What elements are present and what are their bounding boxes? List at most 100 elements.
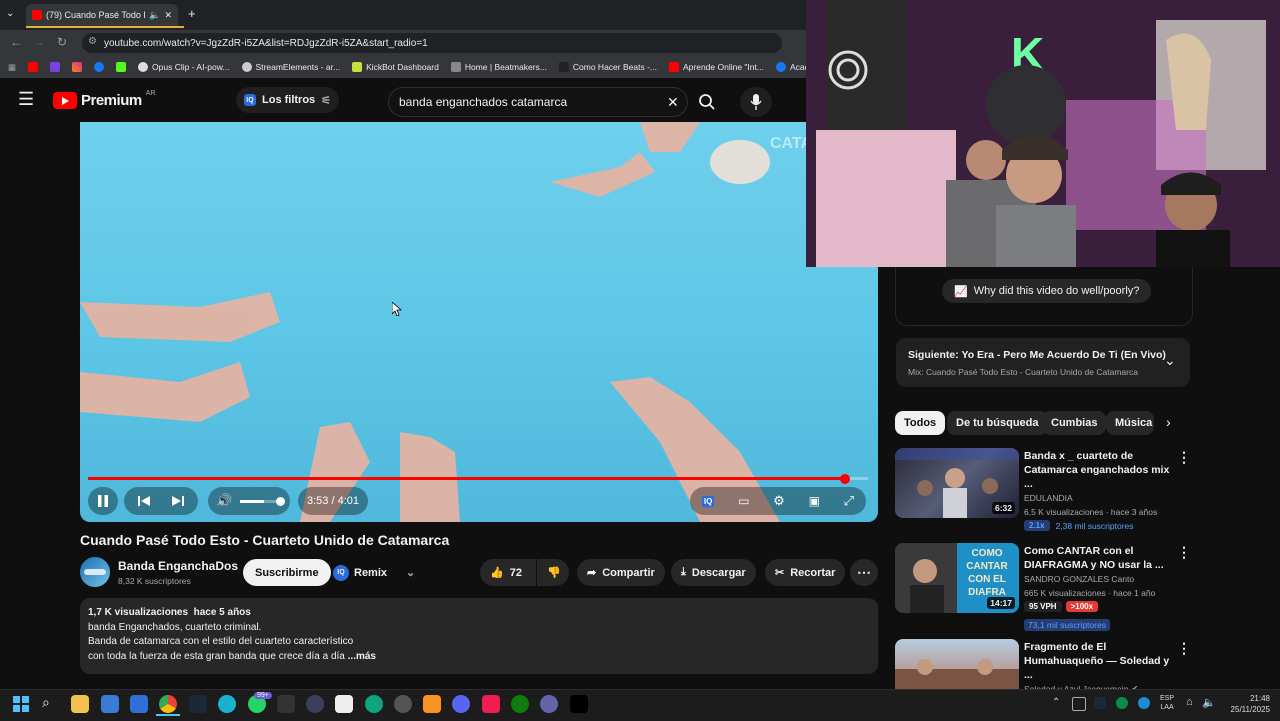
steam-icon[interactable] xyxy=(189,695,207,713)
clock[interactable]: 21:48 25/11/2025 xyxy=(1222,693,1270,715)
voice-search-button[interactable] xyxy=(740,87,772,117)
filters-button[interactable]: IQ Los filtros ⚟ xyxy=(236,87,340,113)
show-more-link[interactable]: ...más xyxy=(348,651,376,662)
next-up-panel[interactable]: Siguiente: Yo Era - Pero Me Acuerdo De T… xyxy=(896,338,1190,387)
discord-icon[interactable] xyxy=(452,695,470,713)
apps-icon[interactable]: ▦ xyxy=(8,62,16,73)
subscribe-button[interactable]: Suscribirme xyxy=(243,559,331,586)
subtitles-icon[interactable]: ▭ xyxy=(738,494,749,508)
app-icon[interactable] xyxy=(306,695,324,713)
settings-gear-icon[interactable]: ⚙ xyxy=(773,493,785,509)
dislike-button[interactable]: 👎 xyxy=(537,559,569,586)
progress-track[interactable] xyxy=(88,477,868,480)
speaker-icon[interactable]: 🔈 xyxy=(1202,696,1216,709)
recommendation-info[interactable]: Fragmento de El Humahuaqueño — Soledad y… xyxy=(1024,640,1174,696)
facebook-bookmark-icon[interactable] xyxy=(94,62,105,72)
outlook-icon[interactable] xyxy=(130,695,148,713)
app-icon[interactable] xyxy=(540,695,558,713)
recommendation-info[interactable]: Como CANTAR con el DIAFRAGMA y NO usar l… xyxy=(1024,544,1174,633)
chevron-right-icon[interactable]: › xyxy=(1166,414,1171,430)
clip-button[interactable]: ✂ Recortar xyxy=(765,559,846,586)
taskbar-search-icon[interactable]: ⌕ xyxy=(42,694,50,711)
xbox-icon[interactable] xyxy=(511,695,529,713)
chevron-down-icon[interactable]: ⌄ xyxy=(1164,352,1176,369)
more-actions-button[interactable]: ⋯ xyxy=(850,559,878,586)
menu-icon[interactable]: ☰ xyxy=(18,90,34,108)
search-button[interactable] xyxy=(690,87,724,117)
tray-steam-icon[interactable] xyxy=(1094,697,1106,709)
reload-icon[interactable]: ↻ xyxy=(57,35,67,49)
chip-de-tu-busqueda[interactable]: De tu búsqueda xyxy=(947,411,1048,435)
language-indicator[interactable]: ESP LAA xyxy=(1160,694,1174,712)
tiktok-icon[interactable] xyxy=(570,695,588,713)
chip-todos[interactable]: Todos xyxy=(895,411,946,435)
search-input[interactable]: banda enganchados catamarca ✕ xyxy=(388,87,688,117)
url-field[interactable]: ⚙ youtube.com/watch?v=JgzZdR-i5ZA&list=R… xyxy=(82,33,782,53)
back-icon[interactable]: ← xyxy=(10,35,22,49)
volume-control[interactable]: 🔊 xyxy=(208,487,290,515)
youtube-logo[interactable]: Premium AR xyxy=(53,90,155,109)
capcut-icon[interactable] xyxy=(335,695,353,713)
clear-search-icon[interactable]: ✕ xyxy=(667,94,679,111)
tray-app-icon[interactable] xyxy=(1072,697,1086,711)
site-info-icon[interactable]: ⚙ xyxy=(88,36,97,47)
tiktok-live-icon[interactable] xyxy=(482,695,500,713)
recommendation-thumbnail[interactable]: 6:32 xyxy=(895,448,1019,518)
volume-track[interactable] xyxy=(240,499,281,503)
clock-time: 21:48 xyxy=(1249,694,1270,703)
fullscreen-icon[interactable]: ⤢ xyxy=(844,493,854,509)
epic-games-icon[interactable] xyxy=(277,695,295,713)
forward-icon[interactable]: → xyxy=(33,35,45,49)
ccleaner-icon[interactable] xyxy=(218,695,236,713)
twitch-bookmark-icon[interactable] xyxy=(50,62,61,72)
like-button[interactable]: 👍 72 xyxy=(480,559,536,586)
previous-icon[interactable] xyxy=(137,494,151,508)
file-explorer-icon[interactable] xyxy=(71,695,89,713)
tab-search-icon[interactable]: ⌄ xyxy=(6,8,14,19)
recommendation-info[interactable]: Banda x _ cuarteto de Catamarca engancha… xyxy=(1024,449,1174,531)
youtube-bookmark-icon[interactable] xyxy=(28,62,39,72)
chip-cumbias[interactable]: Cumbias xyxy=(1042,411,1107,435)
network-icon[interactable]: ⌂ xyxy=(1186,696,1193,708)
download-button[interactable]: ⤓ Descargar xyxy=(671,559,756,586)
windows-start-icon[interactable] xyxy=(13,696,29,712)
remix-button[interactable]: IQ Remix ⌄ xyxy=(333,561,415,584)
recommendation-thumbnail[interactable]: COMO CANTAR CON EL DIAFRA 14:17 xyxy=(895,543,1019,613)
bluetooth-icon[interactable] xyxy=(1138,697,1150,709)
store-icon[interactable] xyxy=(101,695,119,713)
description-box[interactable]: 1,7 K visualizaciones hace 5 años banda … xyxy=(80,598,878,674)
next-icon[interactable] xyxy=(171,494,185,508)
instagram-bookmark-icon[interactable] xyxy=(72,62,83,72)
audio-icon[interactable]: 🔈 xyxy=(149,10,160,21)
more-options-icon[interactable]: ⋮ xyxy=(1177,450,1191,464)
why-video-button[interactable]: 📈 Why did this video do well/poorly? xyxy=(942,279,1152,303)
share-button[interactable]: ➦ Compartir xyxy=(577,559,665,586)
progress-scrubber[interactable] xyxy=(839,474,850,484)
more-options-icon[interactable]: ⋮ xyxy=(1177,545,1191,559)
iq-extension-icon[interactable]: IQ xyxy=(701,495,715,507)
channel-avatar[interactable] xyxy=(80,557,110,587)
tray-chevron-icon[interactable]: ⌃ xyxy=(1052,697,1060,708)
new-tab-icon[interactable]: + xyxy=(188,6,196,21)
theater-mode-icon[interactable]: ▣ xyxy=(809,494,820,508)
bookmark-aprende[interactable]: Aprende Online "Int... xyxy=(668,62,764,72)
chip-musica[interactable]: Música xyxy=(1106,411,1154,435)
bookmark-streamelements[interactable]: StreamElements - ar... xyxy=(241,62,340,72)
obs-icon[interactable] xyxy=(394,695,412,713)
bookmark-beats[interactable]: Como Hacer Beats -... xyxy=(558,62,657,72)
chrome-icon[interactable] xyxy=(159,695,177,713)
channel-name[interactable]: Banda EnganchaDos xyxy=(118,559,238,573)
fl-studio-icon[interactable] xyxy=(423,695,441,713)
recommendation-thumbnail[interactable] xyxy=(895,639,1019,689)
chatgpt-icon[interactable] xyxy=(365,695,383,713)
browser-tab[interactable]: (79) Cuando Pasé Todo Esto 🔈 ✕ xyxy=(26,4,178,26)
bookmark-beatmakers[interactable]: Home | Beatmakers... xyxy=(450,62,547,72)
kick-bookmark-icon[interactable] xyxy=(116,62,127,72)
tray-app-icon[interactable] xyxy=(1116,697,1128,709)
video-player[interactable]: CATAMA xyxy=(80,122,878,522)
bookmark-kickbot[interactable]: KickBot Dashboard xyxy=(352,62,439,72)
more-options-icon[interactable]: ⋮ xyxy=(1177,641,1191,655)
bookmark-opus[interactable]: Opus Clip - AI-pow... xyxy=(138,62,230,72)
tab-close-icon[interactable]: ✕ xyxy=(164,10,172,21)
pause-button[interactable] xyxy=(88,487,118,515)
